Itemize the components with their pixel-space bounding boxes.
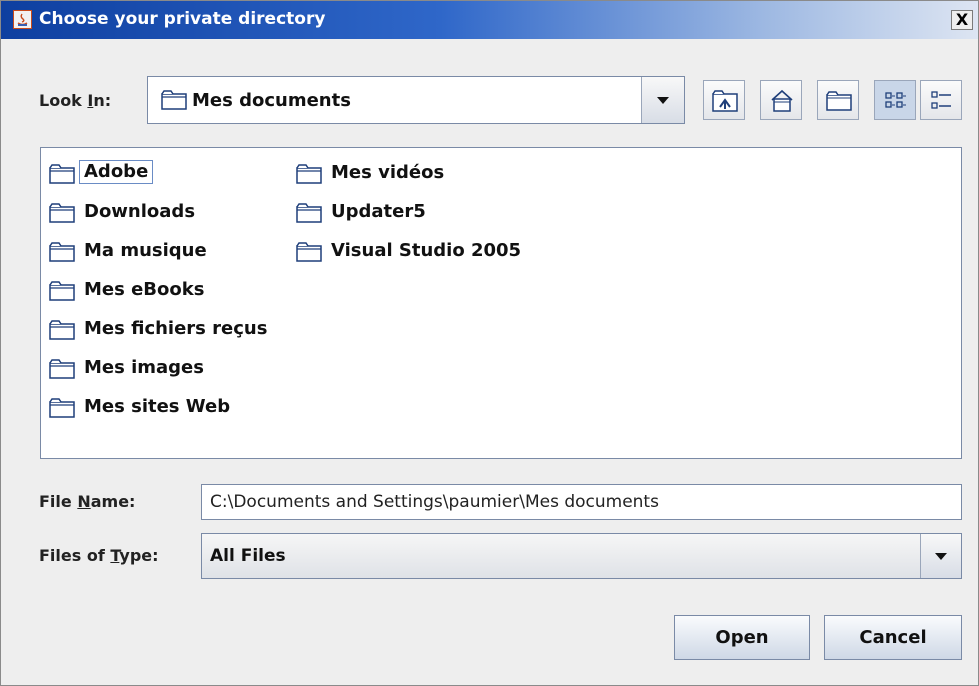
folder-icon [296,203,322,227]
folder-icon [296,164,322,188]
file-name-label: File Name: [39,492,136,511]
file-name: Visual Studio 2005 [331,240,522,261]
file-name: Downloads [84,201,196,222]
file-name-value: C:\Documents and Settings\paumier\Mes do… [210,492,659,512]
file-name: Mes vidéos [331,162,445,183]
file-type-label: Files of Type: [39,546,159,565]
folder-icon [49,320,75,344]
up-one-level-button[interactable] [703,80,745,120]
list-view-icon [885,92,906,108]
file-name: Mes images [84,357,204,378]
file-type-value: All Files [210,546,286,566]
home-button[interactable] [760,80,802,120]
file-name: Updater5 [331,201,426,222]
file-name: Mes fichiers reçus [84,318,268,339]
folder-icon [49,164,75,188]
title-bar[interactable]: Choose your private directory X [1,1,978,39]
file-type-dropdown-button[interactable] [920,534,961,578]
file-list[interactable]: Adobe Downloads Ma musique Mes eBooks Me… [40,147,962,459]
close-button[interactable]: X [951,10,973,30]
new-folder-icon [826,91,852,111]
java-app-icon [13,10,32,29]
cancel-button[interactable]: Cancel [824,615,962,660]
file-name: Ma musique [84,240,207,261]
chevron-down-icon [935,553,947,560]
look-in-value: Mes documents [192,90,351,111]
folder-icon [49,281,75,305]
folder-icon [49,359,75,383]
details-view-icon [931,91,951,109]
home-icon [771,89,793,112]
look-in-combo[interactable]: Mes documents [147,76,685,124]
chevron-down-icon [657,97,669,104]
list-view-button[interactable] [874,80,916,120]
new-folder-button[interactable] [817,80,859,120]
file-name: Mes sites Web [84,396,231,417]
file-name-input[interactable]: C:\Documents and Settings\paumier\Mes do… [201,484,962,520]
file-chooser-dialog: Choose your private directory X Look In:… [0,0,979,686]
folder-icon [296,242,322,266]
look-in-label: Look In: [39,91,112,110]
file-name: Mes eBooks [84,279,205,300]
folder-icon [49,398,75,422]
open-button[interactable]: Open [674,615,810,660]
up-folder-icon [712,90,738,112]
window-title: Choose your private directory [39,9,326,29]
folder-icon [49,242,75,266]
details-view-button[interactable] [920,80,962,120]
file-type-combo[interactable]: All Files [201,533,962,579]
folder-icon [49,203,75,227]
look-in-dropdown-button[interactable] [641,77,684,123]
file-name: Adobe [79,160,154,184]
folder-icon [161,90,187,114]
